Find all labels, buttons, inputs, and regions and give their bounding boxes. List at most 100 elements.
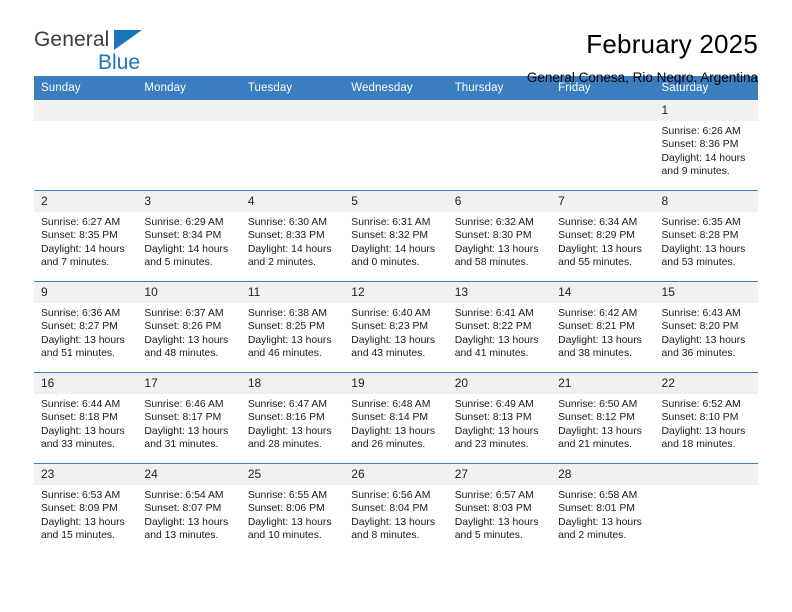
day-cell[interactable]: 1 Sunrise: 6:26 AM Sunset: 8:36 PM Daylight… — [654, 100, 758, 191]
sunset-text: Sunset: 8:09 PM — [41, 503, 118, 515]
day-cell[interactable]: 6 Sunrise: 6:32 AM Sunset: 8:30 PM Daylight… — [447, 190, 552, 282]
daylight-text-cont: and 2 minutes. — [558, 530, 627, 542]
day-details — [241, 121, 344, 125]
day-number: 22 — [654, 373, 758, 394]
sunset-text: Sunset: 8:29 PM — [558, 230, 635, 242]
day-cell[interactable]: 25 Sunrise: 6:55 AM Sunset: 8:06 PM Dayligh… — [240, 463, 345, 554]
sunrise-text: Sunrise: 6:49 AM — [454, 399, 534, 410]
day-cell[interactable]: 13 Sunrise: 6:41 AM Sunset: 8:22 PM Dayligh… — [447, 281, 552, 373]
day-number: 14 — [551, 282, 655, 303]
day-cell[interactable]: 3 Sunrise: 6:29 AM Sunset: 8:34 PM Daylight… — [137, 190, 241, 282]
day-details — [448, 121, 551, 125]
day-details: Sunrise: 6:26 AM Sunset: 8:36 PM Daylight:… — [655, 121, 758, 179]
sunset-text: Sunset: 8:33 PM — [247, 230, 325, 242]
sunset-text: Sunset: 8:30 PM — [454, 230, 532, 242]
day-number — [34, 100, 138, 121]
day-cell[interactable]: 2 Sunrise: 6:27 AM Sunset: 8:35 PM Daylight… — [34, 190, 138, 282]
day-number: 18 — [240, 373, 345, 394]
day-cell[interactable] — [654, 463, 758, 554]
daylight-text-cont: and 5 minutes. — [454, 530, 523, 542]
day-details: Sunrise: 6:49 AM Sunset: 8:13 PM Daylight:… — [448, 394, 551, 452]
day-cell[interactable]: 17 Sunrise: 6:46 AM Sunset: 8:17 PM Dayligh… — [137, 372, 241, 464]
day-details: Sunrise: 6:57 AM Sunset: 8:03 PM Daylight:… — [448, 485, 551, 543]
day-cell[interactable]: 19 Sunrise: 6:48 AM Sunset: 8:14 PM Dayligh… — [344, 372, 448, 464]
day-details: Sunrise: 6:31 AM Sunset: 8:32 PM Daylight:… — [344, 212, 447, 270]
day-cell[interactable]: 18 Sunrise: 6:47 AM Sunset: 8:16 PM Dayligh… — [240, 372, 345, 464]
daylight-text-cont: and 46 minutes. — [247, 348, 322, 360]
day-details: Sunrise: 6:36 AM Sunset: 8:27 PM Daylight:… — [34, 303, 137, 361]
daylight-text-cont: and 31 minutes. — [144, 439, 219, 451]
sunset-text: Sunset: 8:04 PM — [351, 503, 429, 515]
day-number: 13 — [447, 282, 552, 303]
daylight-text: Daylight: 13 hours — [41, 425, 125, 437]
day-cell[interactable] — [551, 100, 655, 191]
day-cell[interactable]: 28 Sunrise: 6:58 AM Sunset: 8:01 PM Dayligh… — [551, 463, 655, 554]
day-cell[interactable]: 8 Sunrise: 6:35 AM Sunset: 8:28 PM Daylight… — [654, 190, 758, 282]
day-cell[interactable]: 26 Sunrise: 6:56 AM Sunset: 8:04 PM Dayligh… — [344, 463, 448, 554]
daylight-text: Daylight: 13 hours — [454, 425, 539, 437]
day-number — [654, 464, 758, 485]
day-details: Sunrise: 6:58 AM Sunset: 8:01 PM Daylight:… — [551, 485, 654, 543]
daylight-text: Daylight: 13 hours — [247, 425, 332, 437]
sunset-text: Sunset: 8:22 PM — [454, 321, 532, 333]
day-cell[interactable] — [34, 100, 138, 191]
day-details — [344, 121, 447, 125]
calendar-table: Sunday Monday Tuesday Wednesday Thursday… — [34, 76, 758, 554]
sunrise-text: Sunrise: 6:41 AM — [454, 308, 534, 319]
daylight-text-cont: and 36 minutes. — [661, 348, 736, 360]
day-cell[interactable]: 10 Sunrise: 6:37 AM Sunset: 8:26 PM Dayligh… — [137, 281, 241, 373]
day-cell[interactable]: 23 Sunrise: 6:53 AM Sunset: 8:09 PM Dayligh… — [34, 463, 138, 554]
sunset-text: Sunset: 8:21 PM — [558, 321, 635, 333]
sunrise-text: Sunrise: 6:27 AM — [41, 217, 121, 228]
sunset-text: Sunset: 8:07 PM — [144, 503, 222, 515]
daylight-text: Daylight: 13 hours — [144, 425, 229, 437]
week-row: 1 Sunrise: 6:26 AM Sunset: 8:36 PM Daylight… — [34, 100, 758, 191]
day-cell[interactable] — [344, 100, 448, 191]
day-number: 27 — [447, 464, 552, 485]
day-cell[interactable]: 7 Sunrise: 6:34 AM Sunset: 8:29 PM Daylight… — [551, 190, 655, 282]
day-number: 20 — [447, 373, 552, 394]
sunset-text: Sunset: 8:03 PM — [454, 503, 532, 515]
day-cell[interactable]: 21 Sunrise: 6:50 AM Sunset: 8:12 PM Dayligh… — [551, 372, 655, 464]
day-number: 17 — [137, 373, 241, 394]
sunrise-text: Sunrise: 6:35 AM — [661, 217, 741, 228]
day-cell[interactable] — [447, 100, 552, 191]
weekday-wednesday: Wednesday — [344, 76, 448, 100]
day-number: 4 — [240, 191, 345, 212]
week-row: 2 Sunrise: 6:27 AM Sunset: 8:35 PM Daylight… — [34, 190, 758, 282]
day-cell[interactable]: 9 Sunrise: 6:36 AM Sunset: 8:27 PM Daylight… — [34, 281, 138, 373]
weekday-sunday: Sunday — [34, 76, 138, 100]
sunrise-text: Sunrise: 6:53 AM — [41, 490, 121, 501]
sunset-text: Sunset: 8:28 PM — [661, 230, 739, 242]
day-number: 25 — [240, 464, 345, 485]
daylight-text-cont: and 41 minutes. — [454, 348, 529, 360]
daylight-text: Daylight: 14 hours — [247, 243, 332, 255]
daylight-text-cont: and 51 minutes. — [41, 348, 115, 360]
daylight-text: Daylight: 13 hours — [558, 516, 642, 528]
day-cell[interactable]: 5 Sunrise: 6:31 AM Sunset: 8:32 PM Daylight… — [344, 190, 448, 282]
daylight-text: Daylight: 13 hours — [144, 516, 229, 528]
day-details: Sunrise: 6:48 AM Sunset: 8:14 PM Daylight:… — [344, 394, 447, 452]
sunrise-text: Sunrise: 6:32 AM — [454, 217, 534, 228]
daylight-text: Daylight: 13 hours — [558, 425, 642, 437]
day-cell[interactable]: 24 Sunrise: 6:54 AM Sunset: 8:07 PM Dayligh… — [137, 463, 241, 554]
sunrise-text: Sunrise: 6:50 AM — [558, 399, 638, 410]
daylight-text-cont: and 33 minutes. — [41, 439, 115, 451]
sunrise-text: Sunrise: 6:36 AM — [41, 308, 121, 319]
daylight-text-cont: and 28 minutes. — [247, 439, 322, 451]
day-cell[interactable]: 22 Sunrise: 6:52 AM Sunset: 8:10 PM Dayligh… — [654, 372, 758, 464]
day-cell[interactable]: 16 Sunrise: 6:44 AM Sunset: 8:18 PM Dayligh… — [34, 372, 138, 464]
day-cell[interactable]: 27 Sunrise: 6:57 AM Sunset: 8:03 PM Dayligh… — [447, 463, 552, 554]
day-details: Sunrise: 6:52 AM Sunset: 8:10 PM Daylight:… — [655, 394, 758, 452]
day-number: 19 — [344, 373, 448, 394]
day-cell[interactable]: 4 Sunrise: 6:30 AM Sunset: 8:33 PM Daylight… — [240, 190, 345, 282]
day-cell[interactable] — [137, 100, 241, 191]
day-cell[interactable]: 20 Sunrise: 6:49 AM Sunset: 8:13 PM Dayligh… — [447, 372, 552, 464]
day-cell[interactable] — [240, 100, 345, 191]
day-cell[interactable]: 11 Sunrise: 6:38 AM Sunset: 8:25 PM Dayligh… — [240, 281, 345, 373]
day-cell[interactable]: 15 Sunrise: 6:43 AM Sunset: 8:20 PM Dayligh… — [654, 281, 758, 373]
day-cell[interactable]: 14 Sunrise: 6:42 AM Sunset: 8:21 PM Dayligh… — [551, 281, 655, 373]
sunrise-text: Sunrise: 6:46 AM — [144, 399, 224, 410]
day-cell[interactable]: 12 Sunrise: 6:40 AM Sunset: 8:23 PM Dayligh… — [344, 281, 448, 373]
day-number: 24 — [137, 464, 241, 485]
